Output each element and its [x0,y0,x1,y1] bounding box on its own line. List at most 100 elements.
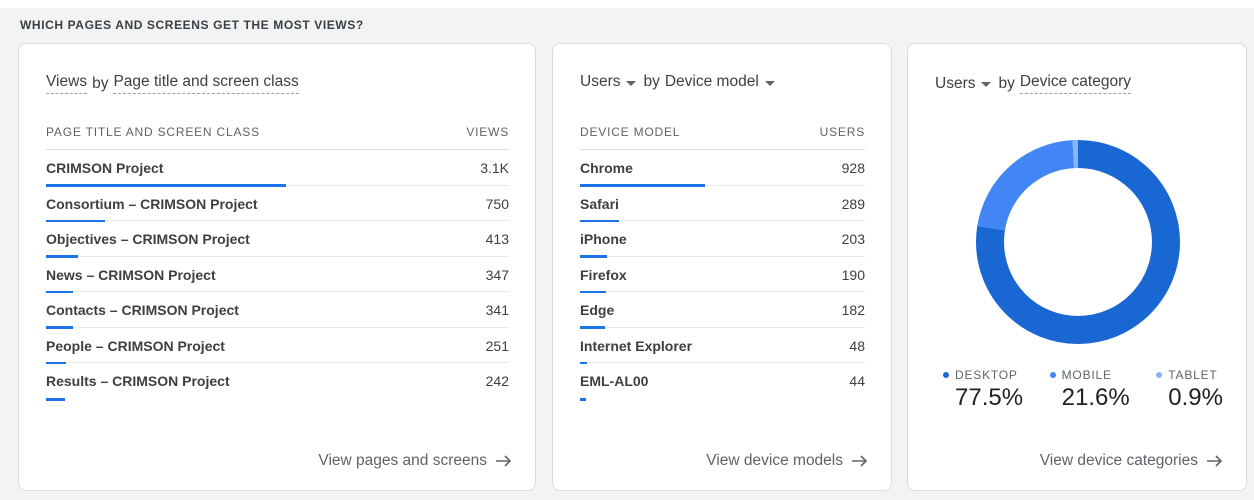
table-row[interactable]: Edge 182 [580,292,865,329]
arrow-right-icon [852,455,868,467]
card-title: Users by Device category [935,73,1131,94]
chart-legend: DESKTOP 77.5% MOBILE 21.6% TABLET 0.9% [943,368,1223,412]
pages-table: PAGE TITLE AND SCREEN CLASS VIEWS CRIMSO… [46,124,509,401]
legend-dot-icon [943,372,949,378]
row-label: News – CRIMSON Project [46,266,216,283]
row-label: iPhone [580,231,627,247]
caret-down-icon[interactable] [981,82,992,87]
row-value: 182 [841,302,865,318]
device-category-donut-chart[interactable] [975,139,1181,345]
row-value: 750 [485,195,509,212]
column-header-metric: USERS [819,125,865,139]
dimension-selector[interactable]: Device category [1019,73,1131,94]
row-label: Safari [580,195,619,212]
row-label: Chrome [580,160,633,176]
legend-item-mobile[interactable]: MOBILE 21.6% [1049,368,1130,412]
legend-dot-icon [1156,372,1163,378]
section-title: WHICH PAGES AND SCREENS GET THE MOST VIE… [20,18,364,32]
legend-category: DESKTOP [955,368,1018,382]
table-row[interactable]: Internet Explorer 48 [580,328,865,364]
row-value: 347 [485,266,509,283]
devices-table: DEVICE MODEL USERS Chrome 928 Safari 289 iPh… [580,124,865,401]
view-device-categories-link[interactable]: View device categories [1040,452,1224,470]
view-link-label: View device categories [1039,452,1198,469]
row-label: Results – CRIMSON Project [46,373,230,389]
table-row[interactable]: Results – CRIMSON Project 242 [46,363,509,401]
categories-card: Users by Device category DESKTOP 77.5% MOB… [907,43,1247,491]
legend-label: MOBILE [1049,368,1112,382]
caret-down-icon[interactable] [764,80,775,86]
legend-label: DESKTOP [943,368,1018,382]
legend-label: TABLET [1156,368,1217,382]
table-row[interactable]: iPhone 203 [580,221,865,258]
legend-item-tablet[interactable]: TABLET 0.9% [1156,368,1223,412]
legend-dot-icon [1049,372,1056,378]
view-pages-link[interactable]: View pages and screens [318,452,513,470]
dimension-selector[interactable]: Page title and screen class [113,73,299,94]
row-value: 413 [485,231,509,247]
row-value: 251 [485,337,509,354]
row-value: 44 [849,373,865,389]
by-label: by [998,74,1015,92]
view-link-label: View device models [706,452,843,469]
by-label: by [92,74,109,92]
row-value: 341 [485,302,509,318]
row-value: 203 [841,231,865,247]
row-value: 289 [841,195,865,212]
row-label: EML-AL00 [580,373,649,389]
row-label: People – CRIMSON Project [46,337,225,354]
metric-selector[interactable]: Users [935,75,975,93]
row-value: 928 [841,160,865,176]
table-row[interactable]: Safari 289 [580,186,865,222]
row-value: 48 [849,337,865,354]
table-row[interactable]: Chrome 928 [580,150,865,187]
caret-down-icon[interactable] [626,80,637,86]
arrow-right-icon [1207,455,1223,467]
card-title: Views by Page title and screen class [46,73,299,94]
table-body: CRIMSON Project 3.1K Consortium – CRIMSON … [46,150,509,401]
top-strip [0,0,1254,8]
legend-percentage: 77.5% [955,384,1024,411]
column-header-dimension: PAGE TITLE AND SCREEN CLASS [46,125,260,139]
table-row[interactable]: News – CRIMSON Project 347 [46,257,509,293]
row-label: Objectives – CRIMSON Project [46,231,250,247]
view-link-label: View pages and screens [318,452,487,469]
legend-percentage: 21.6% [1061,384,1130,411]
metric-selector[interactable]: Views [46,73,88,94]
table-row[interactable]: Objectives – CRIMSON Project 413 [46,221,509,258]
row-value: 3.1K [480,160,509,176]
table-header: DEVICE MODEL USERS [580,124,865,150]
arrow-right-icon [496,455,512,467]
row-label: Firefox [580,266,627,283]
card-title: Users by Device model [580,73,777,91]
by-label: by [643,73,660,90]
table-row[interactable]: Consortium – CRIMSON Project 750 [46,186,509,222]
table-row[interactable]: Firefox 190 [580,257,865,293]
legend-category: MOBILE [1061,368,1112,382]
metric-selector[interactable]: Users [580,73,620,91]
table-row[interactable]: EML-AL00 44 [580,363,865,401]
row-value: 190 [841,266,865,283]
view-device-models-link[interactable]: View device models [706,452,869,470]
share-bar [580,398,586,401]
column-header-metric: VIEWS [466,125,509,139]
row-label: Consortium – CRIMSON Project [46,195,258,212]
pages-card: Views by Page title and screen class PAG… [18,43,536,491]
share-bar [46,398,65,401]
table-row[interactable]: Contacts – CRIMSON Project 341 [46,292,509,329]
table-row[interactable]: People – CRIMSON Project 251 [46,328,509,364]
legend-percentage: 0.9% [1168,384,1223,411]
row-label: Internet Explorer [580,337,693,354]
table-header: PAGE TITLE AND SCREEN CLASS VIEWS [46,124,509,150]
table-row[interactable]: CRIMSON Project 3.1K [46,150,509,187]
devices-card: Users by Device model DEVICE MODEL USERS… [552,43,892,491]
legend-category: TABLET [1168,368,1218,382]
table-body: Chrome 928 Safari 289 iPhone 203 Firefox 190 Edg… [580,150,865,401]
row-value: 242 [485,373,509,389]
row-label: Contacts – CRIMSON Project [46,302,239,318]
column-header-dimension: DEVICE MODEL [580,125,681,139]
row-label: CRIMSON Project [46,160,164,176]
dimension-selector[interactable]: Device model [665,73,759,91]
legend-item-desktop[interactable]: DESKTOP 77.5% [943,368,1023,412]
row-label: Edge [580,302,615,318]
